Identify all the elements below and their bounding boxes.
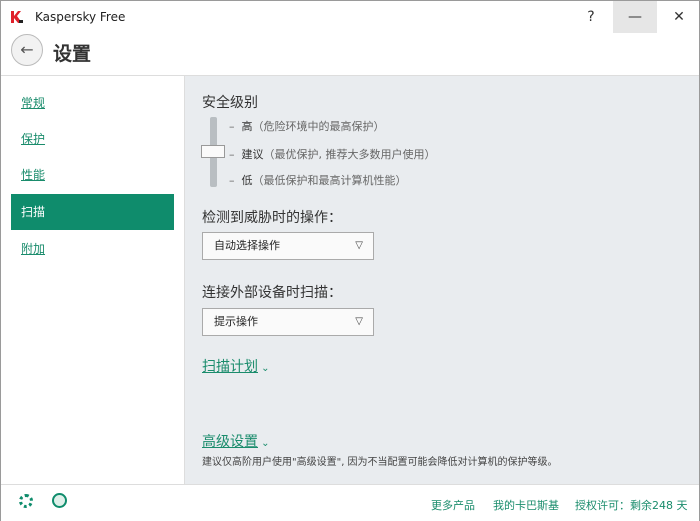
more-products-link[interactable]: 更多产品 [431,497,475,513]
level-name: 建议 [241,148,264,161]
chevron-down-icon: ⌄ [258,438,270,449]
advanced-settings-link[interactable]: 高级设置 ⌄ [202,431,270,451]
level-desc: （最优保护, 推荐大多数用户使用） [263,148,436,161]
sidebar: 常规 保护 性能 扫描 附加 [1,75,184,484]
support-icon[interactable] [52,493,67,508]
close-button[interactable]: ✕ [657,1,700,33]
kaspersky-logo-icon [11,11,23,23]
scan-schedule-link[interactable]: 扫描计划 ⌄ [202,356,270,376]
minimize-button[interactable]: — [613,1,657,33]
help-button[interactable]: ? [569,1,613,33]
link-text: 高级设置 [202,434,258,450]
license-link[interactable]: 授权许可：剩余248 天 [575,497,688,513]
sidebar-item-protection[interactable]: 保护 [11,121,174,157]
level-low[interactable]: – 低（最低保护和最高计算机性能） [229,172,407,188]
my-kaspersky-link[interactable]: 我的卡巴斯基 [493,497,559,513]
chevron-down-icon: ▽ [355,240,363,251]
arrow-left-icon: ← [20,40,34,59]
chevron-down-icon: ▽ [355,316,363,327]
external-scan-dropdown[interactable]: 提示操作 ▽ [202,308,374,336]
external-scan-label: 连接外部设备时扫描： [202,285,342,301]
level-desc: （最低保护和最高计算机性能） [252,174,407,187]
dropdown-value: 提示操作 [214,315,258,328]
title-bar: Kaspersky Free ? — ✕ [1,1,699,33]
level-high[interactable]: – 高（危险环境中的最高保护） [229,118,385,134]
slider-thumb[interactable] [201,145,225,158]
threat-action-dropdown[interactable]: 自动选择操作 ▽ [202,232,374,260]
dropdown-value: 自动选择操作 [214,239,280,252]
level-name: 高 [241,120,253,133]
page-title: 设置 [53,43,92,65]
chevron-down-icon: ⌄ [258,363,270,374]
settings-content [184,75,699,484]
sidebar-item-scan[interactable]: 扫描 [11,194,174,230]
level-desc: （危险环境中的最高保护） [252,120,385,133]
sidebar-item-additional[interactable]: 附加 [11,231,174,267]
advanced-note: 建议仅高阶用户使用"高级设置", 因为不当配置可能会降低对计算机的保护等级。 [202,457,558,468]
back-button[interactable]: ← [11,34,43,66]
threat-action-label: 检测到威胁时的操作： [202,210,342,226]
sidebar-item-performance[interactable]: 性能 [11,157,174,193]
sidebar-item-general[interactable]: 常规 [11,85,174,121]
security-level-heading: 安全级别 [202,95,258,111]
level-recommended[interactable]: – 建议（最优保护, 推荐大多数用户使用） [229,146,436,162]
level-name: 低 [241,174,253,187]
settings-gear-icon[interactable] [19,494,33,508]
link-text: 扫描计划 [202,359,258,375]
app-title: Kaspersky Free [35,10,126,24]
